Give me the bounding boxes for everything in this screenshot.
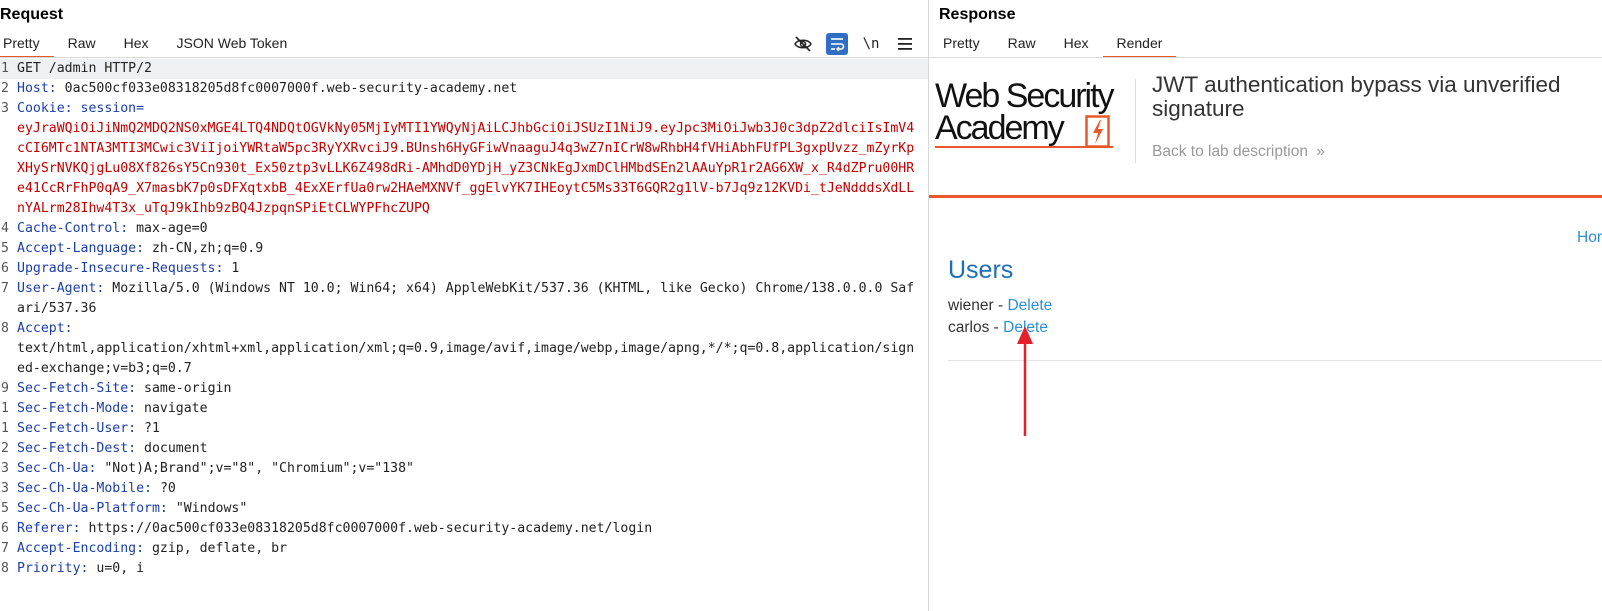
header-line-cache-control: 4 Cache-Control: max-age=0 [1,221,208,236]
users-heading: Users [948,256,1014,284]
section-divider [948,360,1602,361]
logo-underline [935,146,1113,148]
response-tabs: Pretty Raw Hex Render [929,32,1177,58]
tab-pretty[interactable]: Pretty [929,32,994,58]
annotation-arrow-icon [1017,326,1033,436]
header-line-priority: 8 Priority: u=0, i [1,561,145,576]
back-to-lab-link[interactable]: Back to lab description » [1152,143,1325,161]
response-pane: Response Pretty Raw Hex Render Web Secur… [929,0,1602,611]
header-line-sec-fetch-user: 1 Sec-Fetch-User: ?1 [1,421,160,436]
tab-pretty[interactable]: Pretty [0,32,54,58]
header-line-cookie: 3 Cookie: session= eyJraWQiOiJiNmQ2MDQ2NS0… [1,101,915,216]
header-line-sec-ch-ua: 3 Sec-Ch-Ua: "Not)A;Brand";v="8", "Chromi… [1,461,415,476]
jwt-cookie-value: eyJraWQiOiJiNmQ2MDQ2NS0xMGE4LTQ4NDQtOGVk… [17,121,915,216]
web-security-academy-logo[interactable]: Web Security Academy [935,77,1131,149]
lightning-bolt-icon [1085,115,1110,148]
request-tabs: Pretty Raw Hex JSON Web Token [0,32,301,58]
tab-underline-divider [929,57,1602,58]
tab-json-web-token[interactable]: JSON Web Token [163,32,302,58]
tab-raw[interactable]: Raw [994,32,1050,58]
request-toolbar: \n [792,33,916,55]
word-wrap-icon[interactable] [826,33,848,55]
request-line: 1 GET /admin HTTP/2 [0,59,928,79]
header-line-host: 2 Host: 0ac500cf033e08318205d8fc0007000f.… [1,81,518,96]
header-line-accept-language: 5 Accept-Language: zh-CN,zh;q=0.9 [1,241,264,256]
header-line-referer: 6 Referer: https://0ac500cf033e08318205d8… [1,521,653,536]
tab-render[interactable]: Render [1102,32,1177,58]
header-accent-bar [929,195,1602,198]
user-row-wiener: wiener - Delete [948,297,1053,314]
user-name: carlos [948,319,990,336]
delete-wiener-link[interactable]: Delete [1007,297,1052,314]
user-name: wiener [948,297,994,314]
tab-raw[interactable]: Raw [54,32,110,58]
header-line-sec-ch-ua-platform: 5 Sec-Ch-Ua-Platform: "Windows" [1,501,248,516]
back-link-label: Back to lab description [1152,143,1308,160]
header-line-sec-fetch-dest: 2 Sec-Fetch-Dest: document [1,441,208,456]
double-chevron-right-icon: » [1316,143,1325,160]
tab-hex[interactable]: Hex [1050,32,1103,58]
hamburger-menu-icon[interactable] [894,33,916,55]
header-line-sec-ch-ua-mobile: 3 Sec-Ch-Ua-Mobile: ?0 [1,481,176,496]
request-title: Request [0,6,64,23]
tab-underline-divider [0,57,928,58]
lab-title: JWT authentication bypass via unverified… [1152,72,1561,121]
eye-slash-icon[interactable] [792,33,814,55]
tab-hex[interactable]: Hex [110,32,163,58]
home-link[interactable]: Hor [1577,229,1602,247]
request-pane: Request Pretty Raw Hex JSON Web Token \n… [0,0,928,611]
response-title: Response [939,6,1016,23]
show-newlines-button[interactable]: \n [860,33,882,55]
header-line-accept-encoding: 7 Accept-Encoding: gzip, deflate, br [1,541,287,556]
header-divider [1135,79,1136,163]
header-line-upgrade-insecure: 6 Upgrade-Insecure-Requests: 1 [1,261,240,276]
rendered-page: Web Security Academy JWT authentication … [929,59,1602,611]
header-line-sec-fetch-mode: 1 Sec-Fetch-Mode: navigate [1,401,208,416]
request-editor[interactable]: 1 GET /admin HTTP/2 2 Host: 0ac500cf033e08… [0,59,928,611]
header-line-sec-fetch-site: 9 Sec-Fetch-Site: same-origin [1,381,232,396]
header-line-accept: 8 Accept: text/html,application/xhtml+xml,… [1,321,915,376]
header-line-user-agent: 7 User-Agent: Mozilla/5.0 (Windows NT 10.… [1,281,915,316]
